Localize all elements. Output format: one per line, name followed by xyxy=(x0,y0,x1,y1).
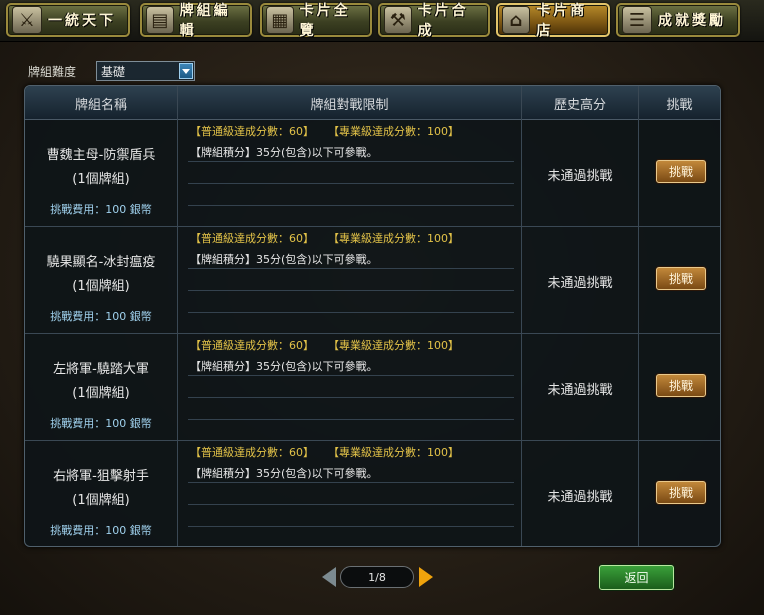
challenge-button[interactable]: 挑戰 xyxy=(656,374,706,397)
chevron-down-icon[interactable] xyxy=(179,63,193,79)
divider xyxy=(188,183,514,184)
top-nav-bar: ⚔ 一統天下 ▤ 牌組編輯 ▦ 卡片全覽 ⚒ 卡片合成 ⌂ 卡片商店 ☰ 成就獎… xyxy=(0,0,764,42)
nav-label: 牌組編輯 xyxy=(179,3,231,39)
column-divider xyxy=(177,86,178,546)
deck-rule: 【牌組積分】35分(包含)以下可參戰。 xyxy=(190,467,378,480)
next-page-arrow-icon[interactable] xyxy=(419,567,433,587)
nav-button-unify[interactable]: ⚔ 一統天下 xyxy=(6,3,130,37)
difficulty-select[interactable]: 基礎 xyxy=(96,61,195,81)
high-score: 未通過挑戰 xyxy=(547,383,613,398)
challenge-button[interactable]: 挑戰 xyxy=(656,267,706,290)
challenge-fee: 挑戰費用：100 銀幣 xyxy=(50,203,152,216)
deck-count: (1個牌組) xyxy=(72,386,130,401)
nav-button-card-shop[interactable]: ⌂ 卡片商店 xyxy=(496,3,610,39)
divider xyxy=(188,397,514,398)
divider xyxy=(188,504,514,505)
scroll-icon: ☰ xyxy=(622,6,652,34)
divider xyxy=(188,375,514,376)
nav-button-achievements[interactable]: ☰ 成就獎勵 xyxy=(616,3,740,37)
column-divider xyxy=(521,86,522,546)
deck-name: 驍果顯名-冰封瘟疫 xyxy=(46,255,156,270)
divider xyxy=(188,268,514,269)
challenge-table: 牌組名稱 牌組對戰限制 歷史高分 挑戰 曹魏主母-防禦盾兵 (1個牌組) 挑戰費… xyxy=(24,85,721,547)
header-high-score: 歷史高分 xyxy=(553,97,606,113)
nav-label: 卡片商店 xyxy=(536,3,588,39)
card-view-icon: ▦ xyxy=(266,6,294,34)
nav-button-card-view[interactable]: ▦ 卡片全覽 xyxy=(260,3,372,39)
nav-button-deck-edit[interactable]: ▤ 牌組編輯 xyxy=(140,3,252,39)
nav-label: 成就獎勵 xyxy=(658,13,726,29)
divider xyxy=(188,161,514,162)
table-row: 左將軍-驍踏大軍 (1個牌組) 挑戰費用：100 銀幣 【普通級達成分數：60】… xyxy=(25,334,720,441)
score-requirement: 【普通級達成分數：60】 【專業級達成分數：100】 xyxy=(190,232,459,245)
nav-button-card-fusion[interactable]: ⚒ 卡片合成 xyxy=(378,3,490,39)
challenge-button[interactable]: 挑戰 xyxy=(656,481,706,504)
nav-label: 卡片合成 xyxy=(417,3,469,39)
card-deck-icon: ▤ xyxy=(146,6,174,34)
score-requirement: 【普通級達成分數：60】 【專業級達成分數：100】 xyxy=(190,446,459,459)
page-indicator: 1/8 xyxy=(340,566,414,588)
challenge-fee: 挑戰費用：100 銀幣 xyxy=(50,310,152,323)
nav-label: 卡片全覽 xyxy=(299,3,351,39)
divider xyxy=(188,205,514,206)
divider xyxy=(188,419,514,420)
score-requirement: 【普通級達成分數：60】 【專業級達成分數：100】 xyxy=(190,339,459,352)
divider xyxy=(188,312,514,313)
difficulty-value: 基礎 xyxy=(101,65,126,79)
header-deck-name: 牌組名稱 xyxy=(74,97,127,113)
high-score: 未通過挑戰 xyxy=(547,169,613,184)
high-score: 未通過挑戰 xyxy=(547,276,613,291)
deck-count: (1個牌組) xyxy=(72,172,130,187)
divider xyxy=(188,482,514,483)
table-header: 牌組名稱 牌組對戰限制 歷史高分 挑戰 xyxy=(25,86,720,120)
header-limit: 牌組對戰限制 xyxy=(310,97,389,113)
divider xyxy=(188,526,514,527)
deck-count: (1個牌組) xyxy=(72,493,130,508)
crossed-swords-icon: ⚔ xyxy=(12,6,42,34)
deck-name: 右將軍-狙擊射手 xyxy=(53,469,149,484)
table-row: 驍果顯名-冰封瘟疫 (1個牌組) 挑戰費用：100 銀幣 【普通級達成分數：60… xyxy=(25,227,720,334)
divider xyxy=(188,290,514,291)
deck-rule: 【牌組積分】35分(包含)以下可參戰。 xyxy=(190,253,378,266)
challenge-fee: 挑戰費用：100 銀幣 xyxy=(50,524,152,537)
deck-rule: 【牌組積分】35分(包含)以下可參戰。 xyxy=(190,146,378,159)
previous-page-arrow-icon[interactable] xyxy=(322,567,336,587)
nav-label: 一統天下 xyxy=(48,13,116,29)
column-divider xyxy=(638,86,639,546)
deck-rule: 【牌組積分】35分(包含)以下可參戰。 xyxy=(190,360,378,373)
deck-count: (1個牌組) xyxy=(72,279,130,294)
challenge-button[interactable]: 挑戰 xyxy=(656,160,706,183)
header-challenge: 挑戰 xyxy=(666,97,693,113)
table-row: 曹魏主母-防禦盾兵 (1個牌組) 挑戰費用：100 銀幣 【普通級達成分數：60… xyxy=(25,120,720,227)
score-requirement: 【普通級達成分數：60】 【專業級達成分數：100】 xyxy=(190,125,459,138)
high-score: 未通過挑戰 xyxy=(547,490,613,505)
back-button[interactable]: 返回 xyxy=(599,565,674,590)
hammer-icon: ⚒ xyxy=(384,6,412,34)
challenge-fee: 挑戰費用：100 銀幣 xyxy=(50,417,152,430)
table-row: 右將軍-狙擊射手 (1個牌組) 挑戰費用：100 銀幣 【普通級達成分數：60】… xyxy=(25,441,720,546)
deck-name: 左將軍-驍踏大軍 xyxy=(53,362,149,377)
difficulty-label: 牌組難度 xyxy=(28,65,77,79)
shop-icon: ⌂ xyxy=(502,6,531,34)
deck-name: 曹魏主母-防禦盾兵 xyxy=(46,148,156,163)
